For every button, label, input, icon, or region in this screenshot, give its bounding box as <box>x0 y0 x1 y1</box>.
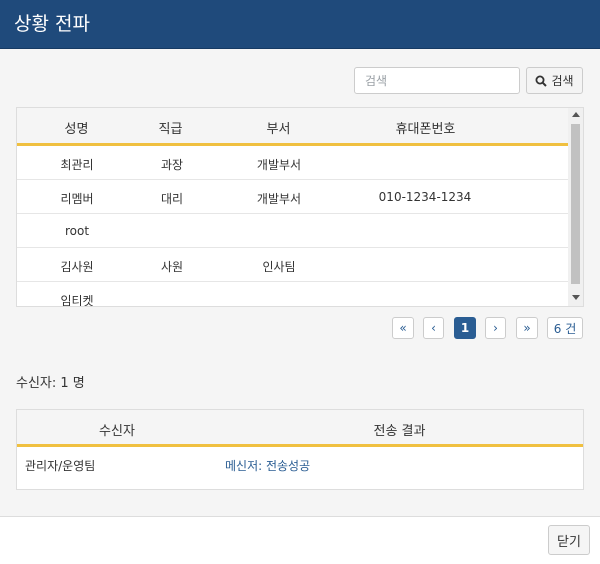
header-recipient: 수신자 <box>99 424 135 439</box>
cell-rank: 대리 <box>160 192 184 206</box>
cell-department: 인사팀 <box>262 260 296 274</box>
result-table-header: 수신자 전송 결과 <box>17 410 583 447</box>
page-next-button[interactable]: › <box>485 317 506 339</box>
table-scrollbar[interactable] <box>568 108 583 306</box>
cell-name: 김사원 <box>60 260 94 274</box>
result-table: 수신자 전송 결과 관리자/운영팀 메신저: 전송성공 <box>16 409 584 490</box>
cell-phone: 010-1234-1234 <box>378 190 472 204</box>
scrollbar-thumb[interactable] <box>571 124 580 284</box>
footer-divider <box>0 516 600 517</box>
cell-name: root <box>64 224 90 238</box>
cell-department: 개발부서 <box>256 158 302 172</box>
header-department[interactable]: 부서 <box>266 118 291 137</box>
cell-name: 최관리 <box>60 158 94 172</box>
total-count: 6 건 <box>547 317 583 339</box>
header-name[interactable]: 성명 <box>64 118 89 137</box>
table-row[interactable]: 김사원 사원 인사팀 <box>17 248 568 282</box>
dialog-titlebar: 상황 전파 <box>0 0 600 49</box>
table-row[interactable]: root <box>17 214 568 248</box>
user-table: 성명 직급 부서 휴대폰번호 최관리 과장 개발부서 리멤버 대리 개발부서 0… <box>16 107 584 307</box>
cell-name: 리멤버 <box>60 192 94 206</box>
recipient-count: 수신자: 1 명 <box>16 376 85 391</box>
dialog-title: 상황 전파 <box>14 13 90 35</box>
scroll-down-arrow-icon[interactable] <box>572 295 580 300</box>
table-row: 관리자/운영팀 메신저: 전송성공 <box>17 447 583 481</box>
search-input[interactable] <box>354 67 520 94</box>
page-first-button[interactable]: « <box>392 317 414 339</box>
search-button[interactable]: 검색 <box>526 67 583 94</box>
dialog-body: 검색 성명 직급 부서 휴대폰번호 최관리 과장 개발부서 리멤버 대리 개발부… <box>0 49 600 516</box>
cell-rank: 과장 <box>160 158 184 172</box>
search-icon <box>535 75 548 87</box>
table-row[interactable]: 임티켓 <box>17 282 568 307</box>
cell-name: 임티켓 <box>60 294 94 307</box>
cell-department: 개발부서 <box>256 192 302 206</box>
page-1-button[interactable]: 1 <box>454 317 476 339</box>
page-prev-button[interactable]: ‹ <box>423 317 444 339</box>
cell-rank: 사원 <box>160 260 184 274</box>
scroll-up-arrow-icon[interactable] <box>572 112 580 117</box>
search-button-label: 검색 <box>551 74 574 88</box>
user-table-header: 성명 직급 부서 휴대폰번호 <box>17 108 568 146</box>
close-button[interactable]: 닫기 <box>548 525 590 555</box>
page-last-button[interactable]: » <box>516 317 538 339</box>
header-send-result: 전송 결과 <box>373 424 426 439</box>
table-row[interactable]: 리멤버 대리 개발부서 010-1234-1234 <box>17 180 568 214</box>
header-rank[interactable]: 직급 <box>158 118 183 137</box>
table-row[interactable]: 최관리 과장 개발부서 <box>17 146 568 180</box>
cell-send-result: 메신저: 전송성공 <box>225 459 311 473</box>
header-phone[interactable]: 휴대폰번호 <box>393 118 458 137</box>
cell-recipient: 관리자/운영팀 <box>25 459 96 473</box>
